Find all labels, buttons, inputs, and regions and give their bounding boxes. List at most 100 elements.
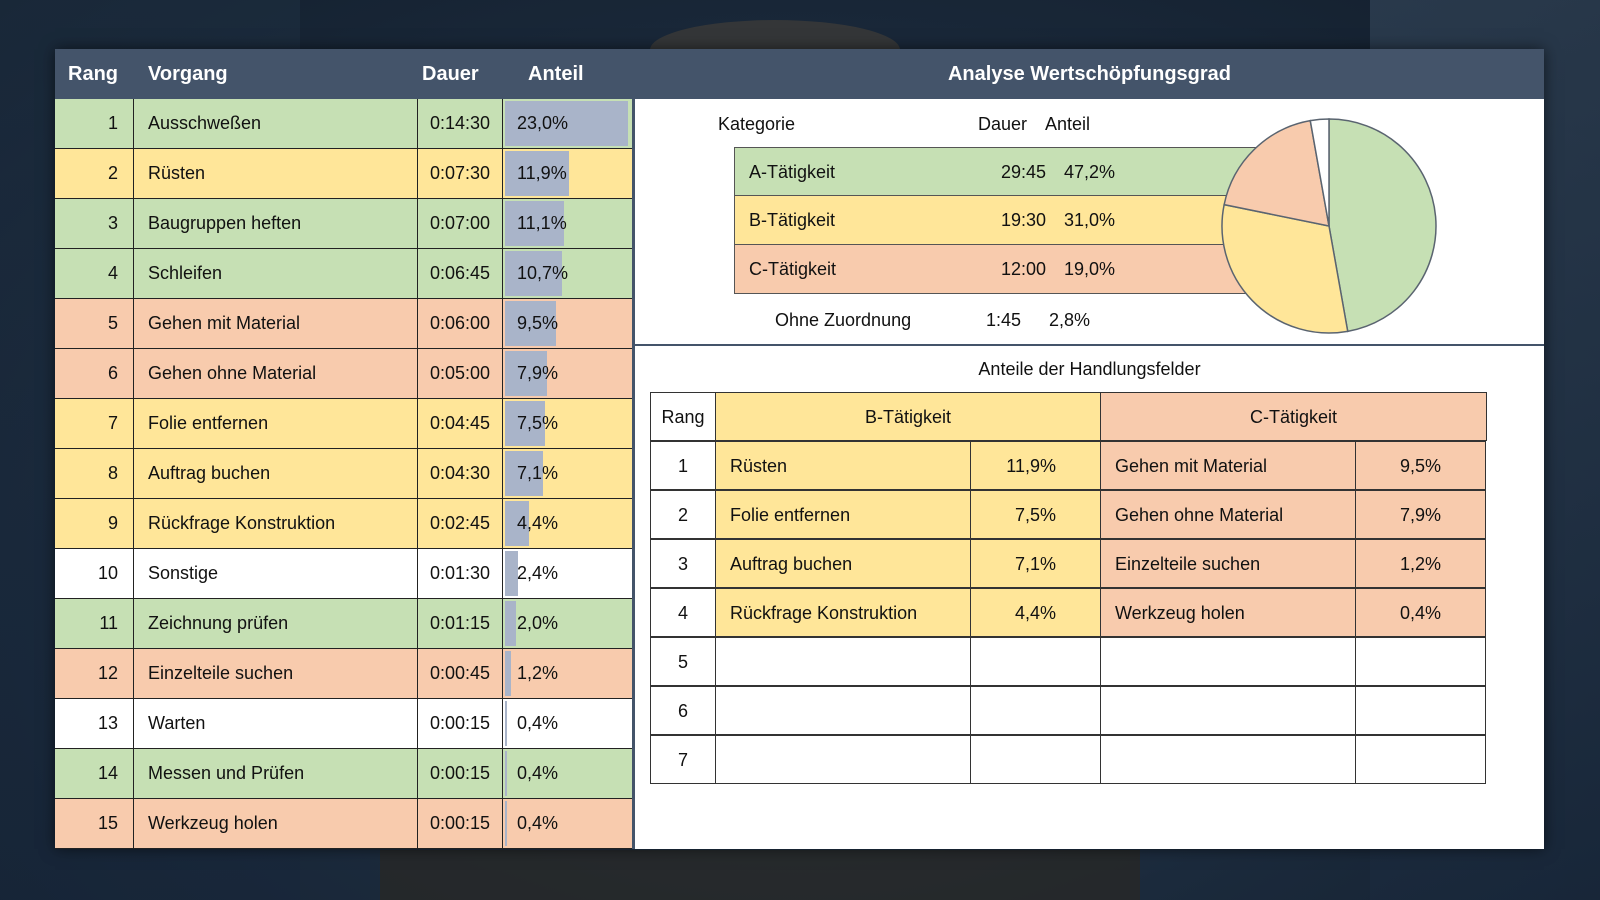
- table-row: 14 Messen und Prüfen 0:00:15 0,4%: [55, 749, 632, 799]
- fields-row-c-val: 9,5%: [1355, 441, 1486, 490]
- fields-row-rang: 7: [650, 735, 716, 784]
- row-dauer: 0:00:45: [418, 649, 503, 698]
- row-rang: 8: [55, 449, 134, 498]
- table-row: 3 Baugruppen heften 0:07:00 11,1%: [55, 199, 632, 249]
- row-anteil-cell: 9,5%: [503, 299, 632, 348]
- row-anteil: 2,0%: [517, 613, 559, 633]
- row-vorgang: Schleifen: [134, 249, 418, 298]
- row-vorgang: Rüsten: [134, 149, 418, 198]
- table-row: 6 Gehen ohne Material 0:05:00 7,9%: [55, 349, 632, 399]
- header-rang: Rang: [68, 63, 118, 85]
- row-anteil-cell: 4,4%: [503, 499, 632, 548]
- table-row: 5 Gehen mit Material 0:06:00 9,5%: [55, 299, 632, 349]
- fields-row-rang: 1: [650, 441, 716, 490]
- fields-row-b-val: [970, 686, 1101, 735]
- row-dauer: 0:06:45: [418, 249, 503, 298]
- row-rang: 2: [55, 149, 134, 198]
- fields-row-c-val: [1355, 735, 1486, 784]
- row-anteil: 7,9%: [517, 363, 559, 383]
- fields-row-b-name: Auftrag buchen: [715, 539, 971, 588]
- row-vorgang: Einzelteile suchen: [134, 649, 418, 698]
- worksheet: Rang Vorgang Dauer Anteil Analyse Wertsc…: [55, 49, 1544, 849]
- row-dauer: 0:05:00: [418, 349, 503, 398]
- table-row: 11 Zeichnung prüfen 0:01:15 2,0%: [55, 599, 632, 649]
- category-row: C-Tätigkeit 12:00 19,0%: [734, 245, 1274, 294]
- row-rang: 7: [55, 399, 134, 448]
- row-rang: 3: [55, 199, 134, 248]
- background-bottom: [380, 850, 1140, 900]
- row-dauer: 0:06:00: [418, 299, 503, 348]
- row-rang: 13: [55, 699, 134, 748]
- row-dauer: 0:07:30: [418, 149, 503, 198]
- row-dauer: 0:14:30: [418, 99, 503, 148]
- share-bar: [505, 651, 512, 696]
- fields-row-b-val: 4,4%: [970, 588, 1101, 637]
- row-anteil-cell: 7,9%: [503, 349, 632, 398]
- fields-row-b-name: [715, 637, 971, 686]
- row-vorgang: Zeichnung prüfen: [134, 599, 418, 648]
- category-name: B-Tätigkeit: [749, 210, 836, 230]
- row-dauer: 0:04:45: [418, 399, 503, 448]
- fields-title: Anteile der Handlungsfelder: [978, 359, 1201, 379]
- row-dauer: 0:04:30: [418, 449, 503, 498]
- row-vorgang: Messen und Prüfen: [134, 749, 418, 798]
- category-pie-chart: [1221, 118, 1437, 334]
- fields-row-b-val: 7,1%: [970, 539, 1101, 588]
- row-rang: 12: [55, 649, 134, 698]
- header-dauer: Dauer: [422, 63, 479, 85]
- fields-row-b-val: [970, 637, 1101, 686]
- row-dauer: 0:01:30: [418, 549, 503, 598]
- fields-header-rang: Rang: [650, 392, 716, 441]
- analysis-header-anteil: Anteil: [1045, 114, 1091, 134]
- row-rang: 14: [55, 749, 134, 798]
- row-anteil: 7,5%: [517, 413, 559, 433]
- fields-row-rang: 5: [650, 637, 716, 686]
- row-dauer: 0:00:15: [418, 799, 503, 848]
- analysis-header-kategorie: Kategorie: [718, 114, 796, 134]
- row-anteil: 23,0%: [517, 113, 569, 133]
- row-rang: 11: [55, 599, 134, 648]
- fields-row-b-val: [970, 735, 1101, 784]
- fields-row-rang: 3: [650, 539, 716, 588]
- header-bar: Rang Vorgang Dauer Anteil Analyse Wertsc…: [55, 49, 1544, 99]
- row-vorgang: Auftrag buchen: [134, 449, 418, 498]
- category-dauer: 12:00: [1001, 259, 1047, 279]
- fields-row-b-val: 11,9%: [970, 441, 1101, 490]
- row-vorgang: Gehen ohne Material: [134, 349, 418, 398]
- other-anteil: 2,8%: [1049, 310, 1091, 330]
- row-rang: 10: [55, 549, 134, 598]
- fields-row-b-name: [715, 686, 971, 735]
- fields-row-b-name: Rüsten: [715, 441, 971, 490]
- table-row: 13 Warten 0:00:15 0,4%: [55, 699, 632, 749]
- fields-row-c-val: 1,2%: [1355, 539, 1486, 588]
- row-anteil-cell: 7,1%: [503, 449, 632, 498]
- fields-row-c-name: [1100, 686, 1356, 735]
- table-row: 7 Folie entfernen 0:04:45 7,5%: [55, 399, 632, 449]
- share-bar: [505, 801, 508, 846]
- row-vorgang: Baugruppen heften: [134, 199, 418, 248]
- analysis-title: Analyse Wertschöpfungsgrad: [947, 63, 1232, 85]
- share-bar: [505, 601, 516, 646]
- row-vorgang: Werkzeug holen: [134, 799, 418, 848]
- header-vorgang: Vorgang: [148, 63, 228, 85]
- row-anteil: 4,4%: [517, 513, 559, 533]
- other-dauer: 1:45: [986, 310, 1022, 330]
- row-dauer: 0:01:15: [418, 599, 503, 648]
- row-vorgang: Ausschweßen: [134, 99, 418, 148]
- row-anteil: 0,4%: [517, 813, 559, 833]
- row-anteil-cell: 2,0%: [503, 599, 632, 648]
- category-anteil: 19,0%: [1064, 259, 1116, 279]
- row-rang: 5: [55, 299, 134, 348]
- share-bar: [505, 701, 508, 746]
- category-dauer: 19:30: [1001, 210, 1047, 230]
- row-vorgang: Gehen mit Material: [134, 299, 418, 348]
- fields-row-c-val: [1355, 686, 1486, 735]
- row-anteil-cell: 23,0%: [503, 99, 632, 148]
- table-row: 2 Rüsten 0:07:30 11,9%: [55, 149, 632, 199]
- share-bar: [505, 551, 518, 596]
- table-row: 8 Auftrag buchen 0:04:30 7,1%: [55, 449, 632, 499]
- row-rang: 9: [55, 499, 134, 548]
- row-anteil-cell: 1,2%: [503, 649, 632, 698]
- row-anteil-cell: 10,7%: [503, 249, 632, 298]
- other-kategorie: Ohne Zuordnung: [775, 310, 912, 330]
